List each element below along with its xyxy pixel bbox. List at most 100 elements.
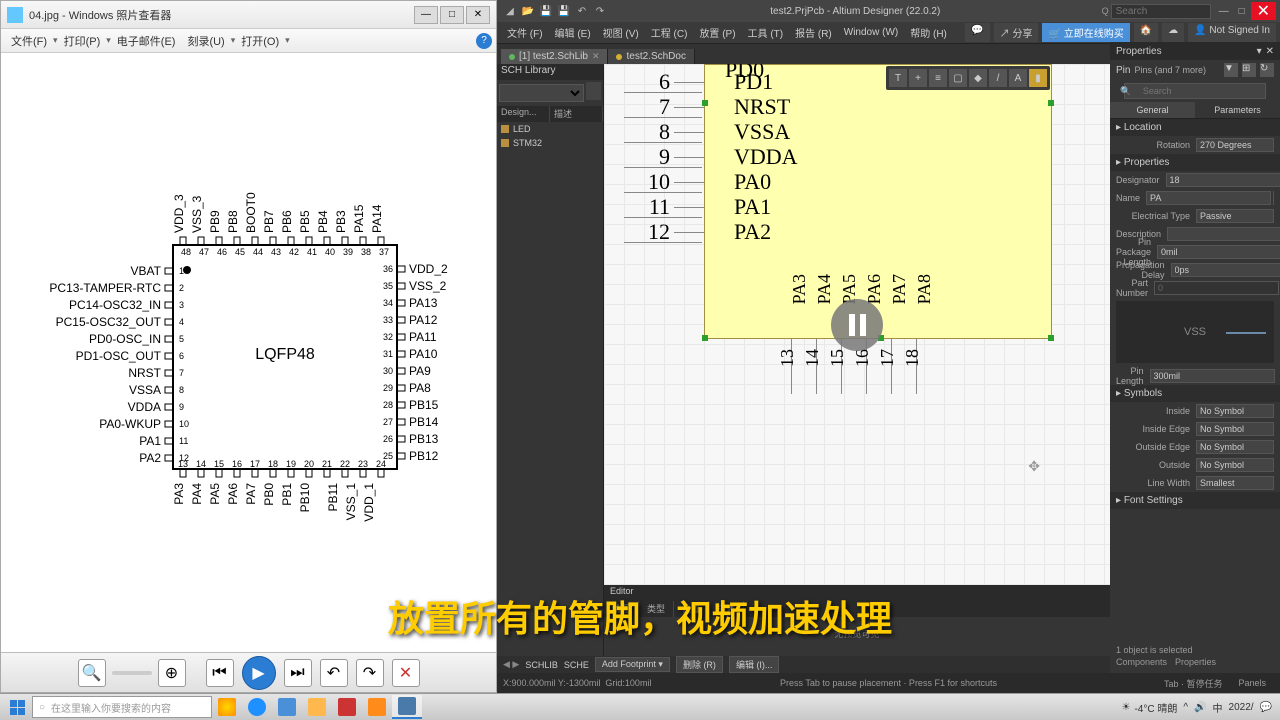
properties-search[interactable] <box>1124 83 1266 99</box>
visibility-toggle[interactable] <box>1273 191 1274 205</box>
section-properties[interactable]: ▸ Properties <box>1110 154 1280 171</box>
play-button[interactable]: ▶ <box>242 656 276 690</box>
schematic-canvas[interactable]: PD0 6PD17NRST8VSSA9VDDA10PA011PA112PA2 P… <box>604 64 1110 585</box>
system-tray[interactable]: ☀-4°C 晴朗 ^🔊中 2022/ 💬 <box>1122 700 1279 715</box>
task-icon[interactable] <box>242 695 272 719</box>
editor-tab[interactable]: Editor <box>604 585 1110 601</box>
menu-file[interactable]: 文件 (F) <box>501 23 549 42</box>
rotate-ccw-button[interactable]: ↶ <box>320 659 348 687</box>
task-icon[interactable] <box>302 695 332 719</box>
menu-tools[interactable]: 工具 (T) <box>742 23 790 42</box>
tab-properties[interactable]: Properties <box>1175 657 1216 667</box>
section-font[interactable]: ▸ Font Settings <box>1110 492 1280 509</box>
linewidth-select[interactable]: Smallest <box>1196 476 1274 490</box>
designator-input[interactable] <box>1166 173 1280 187</box>
part-input[interactable] <box>1154 281 1279 295</box>
taskbar-search[interactable]: ○在这里输入你要搜索的内容 <box>32 696 212 718</box>
filter-icon[interactable]: ▼ <box>1224 63 1238 77</box>
menu-file[interactable]: 文件(F) <box>5 31 53 51</box>
maximize-button[interactable]: □ <box>1234 3 1250 19</box>
line-tool[interactable]: / <box>989 69 1007 87</box>
tab-parameters[interactable]: Parameters <box>1195 102 1280 118</box>
task-icon[interactable] <box>272 695 302 719</box>
menu-open[interactable]: 打开(O) <box>235 31 285 51</box>
filter-button[interactable] <box>586 82 601 100</box>
task-icon[interactable] <box>392 695 422 719</box>
text-tool[interactable]: T <box>889 69 907 87</box>
tab-schlib[interactable]: [1] test2.SchLib ✕ <box>501 49 608 64</box>
menu-window[interactable]: Window (W) <box>838 25 904 40</box>
comment-button[interactable]: 💬 <box>965 23 989 42</box>
menu-help[interactable]: 帮助 (H) <box>904 23 953 42</box>
tab-general[interactable]: General <box>1110 102 1195 118</box>
refresh-icon[interactable]: ↻ <box>1260 63 1274 77</box>
prev-button[interactable]: ⏮ <box>206 659 234 687</box>
undo-icon[interactable]: ↶ <box>574 3 590 19</box>
inside-select[interactable]: No Symbol <box>1196 404 1274 418</box>
task-icon[interactable] <box>332 695 362 719</box>
outside-select[interactable]: No Symbol <box>1196 458 1274 472</box>
menu-project[interactable]: 工程 (C) <box>645 23 694 42</box>
list-item[interactable]: STM32 <box>497 136 603 150</box>
zoom-button[interactable]: 🔍 <box>78 659 106 687</box>
task-icon[interactable] <box>212 695 242 719</box>
menu-burn[interactable]: 刻录(U) <box>181 31 230 51</box>
edit-button[interactable]: 编辑 (I)... <box>729 656 780 673</box>
share-button[interactable]: ↗ 分享 <box>994 23 1039 42</box>
cloud-icon[interactable]: ☁ <box>1162 23 1184 42</box>
filter-select[interactable] <box>499 84 584 102</box>
section-location[interactable]: ▸ Location <box>1110 119 1280 136</box>
outside-edge-select[interactable]: No Symbol <box>1196 440 1274 454</box>
minimize-button[interactable]: — <box>1216 3 1232 19</box>
buy-button[interactable]: 🛒 立即在线购买 <box>1042 23 1129 42</box>
pin-icon[interactable]: ▾ <box>1257 46 1262 57</box>
tab-schdoc[interactable]: test2.SchDoc <box>608 49 694 64</box>
home-icon[interactable]: 🏠 <box>1134 23 1158 42</box>
add-tool[interactable]: + <box>909 69 927 87</box>
signin-button[interactable]: 👤 Not Signed In <box>1188 23 1276 42</box>
comp-tool[interactable]: ▢ <box>949 69 967 87</box>
section-symbols[interactable]: ▸ Symbols <box>1110 385 1280 402</box>
search-input[interactable] <box>1111 4 1211 19</box>
close-icon[interactable]: ✕ <box>592 51 600 62</box>
align-tool[interactable]: ≡ <box>929 69 947 87</box>
delete-button[interactable]: ✕ <box>392 659 420 687</box>
redo-icon[interactable]: ↷ <box>592 3 608 19</box>
inside-edge-select[interactable]: No Symbol <box>1196 422 1274 436</box>
close-button[interactable]: ✕ <box>1251 2 1276 20</box>
list-item[interactable]: LED <box>497 122 603 136</box>
name-input[interactable] <box>1146 191 1271 205</box>
next-button[interactable]: ⏭ <box>284 659 312 687</box>
pause-overlay[interactable] <box>831 299 883 351</box>
open-icon[interactable]: 📂 <box>520 3 536 19</box>
menu-edit[interactable]: 编辑 (E) <box>549 23 597 42</box>
minimize-button[interactable]: — <box>414 6 438 24</box>
menu-view[interactable]: 视图 (V) <box>597 23 645 42</box>
menu-email[interactable]: 电子邮件(E) <box>111 31 182 51</box>
maximize-button[interactable]: □ <box>440 6 464 24</box>
add-footprint-button[interactable]: Add Footprint ▾ <box>595 657 670 672</box>
fit-button[interactable]: ⊕ <box>158 659 186 687</box>
delete-button[interactable]: 删除 (R) <box>676 656 723 673</box>
close-button[interactable]: ✕ <box>466 6 490 24</box>
task-icon[interactable] <box>362 695 392 719</box>
saveall-icon[interactable]: 💾 <box>556 3 572 19</box>
panels-button[interactable]: Panels <box>1230 677 1274 690</box>
tab-components[interactable]: Components <box>1116 657 1167 667</box>
rotation-select[interactable]: 270 Degrees <box>1196 138 1274 152</box>
a-tool[interactable]: A <box>1009 69 1027 87</box>
close-icon[interactable]: ✕ <box>1266 46 1274 57</box>
prop-delay-input[interactable] <box>1171 263 1280 277</box>
desc-input[interactable] <box>1167 227 1280 241</box>
start-button[interactable] <box>2 695 32 719</box>
help-icon[interactable]: ? <box>476 33 492 49</box>
highlight-tool[interactable]: ▮ <box>1029 69 1047 87</box>
pkg-input[interactable] <box>1157 245 1280 259</box>
rotate-cw-button[interactable]: ↷ <box>356 659 384 687</box>
save-icon[interactable]: 💾 <box>538 3 554 19</box>
menu-place[interactable]: 放置 (P) <box>693 23 741 42</box>
menu-report[interactable]: 报告 (R) <box>789 23 838 42</box>
menu-print[interactable]: 打印(P) <box>58 31 107 51</box>
etype-select[interactable]: Passive <box>1196 209 1274 223</box>
sel-tool[interactable]: ◆ <box>969 69 987 87</box>
